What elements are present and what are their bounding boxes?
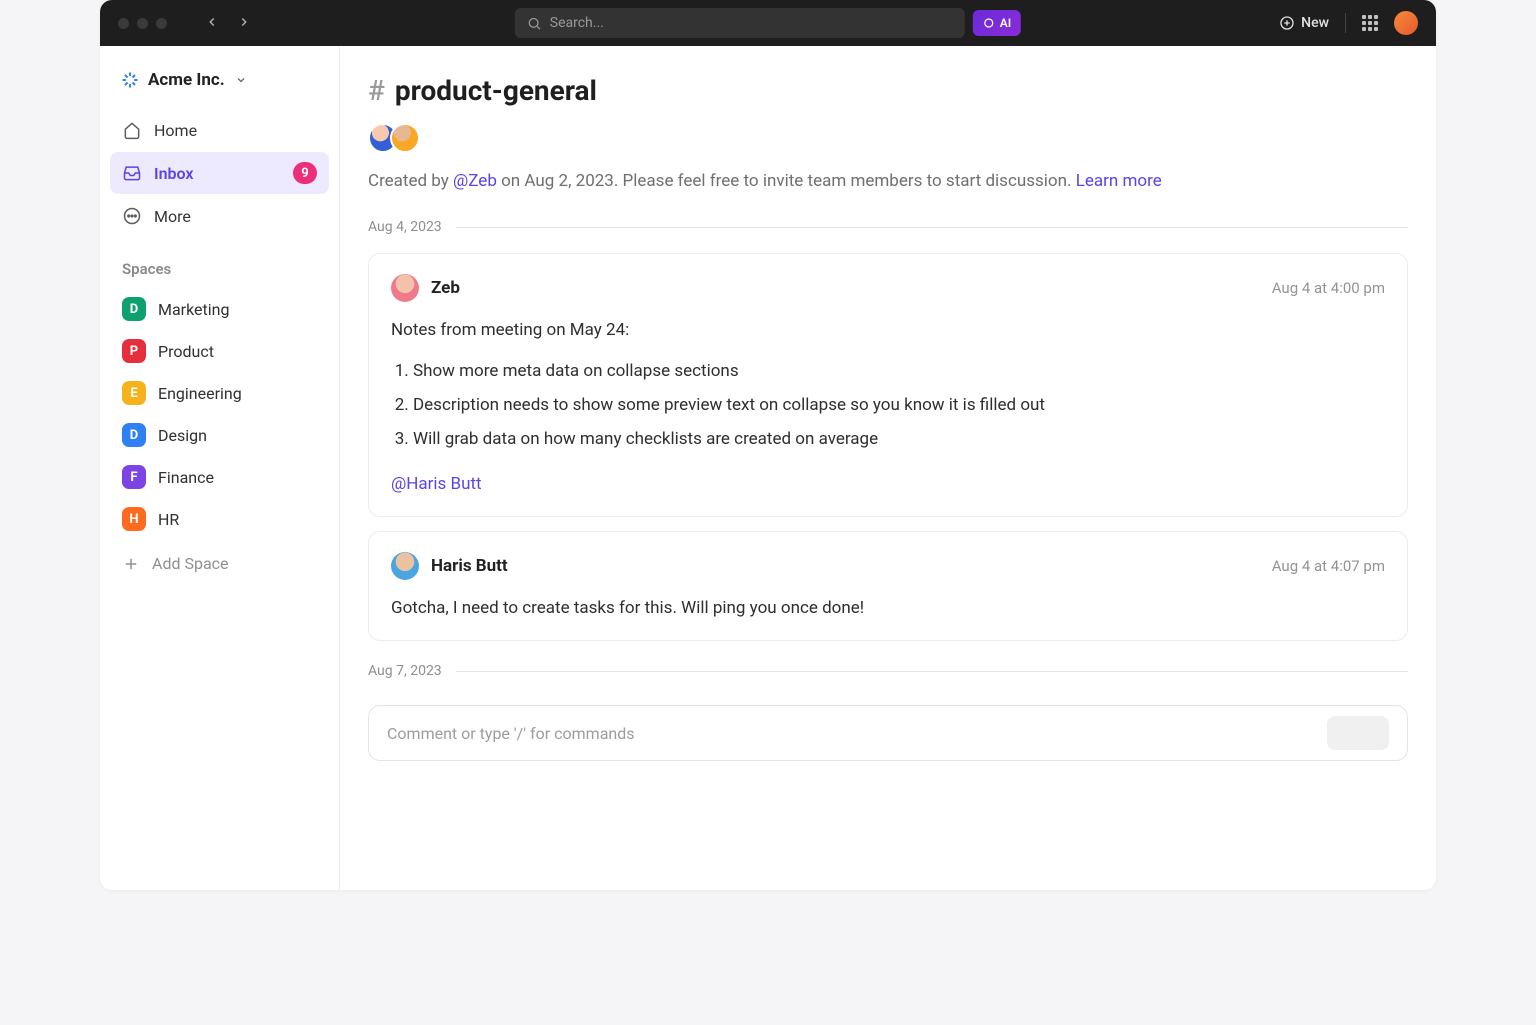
plus-circle-icon bbox=[1279, 15, 1295, 31]
space-badge: E bbox=[122, 381, 146, 405]
sidebar-item-home[interactable]: Home bbox=[110, 110, 329, 150]
avatar bbox=[391, 274, 419, 302]
channel-title: # product-general bbox=[368, 74, 1408, 107]
home-icon bbox=[122, 120, 142, 140]
composer-placeholder: Comment or type '/' for commands bbox=[387, 724, 635, 743]
traffic-min[interactable] bbox=[137, 18, 148, 29]
space-badge: H bbox=[122, 507, 146, 531]
workspace-switcher[interactable]: Acme Inc. bbox=[110, 60, 329, 108]
workspace-logo-icon bbox=[120, 70, 140, 90]
avatar bbox=[390, 123, 420, 153]
list-item: Description needs to show some preview t… bbox=[413, 388, 1385, 422]
add-space-button[interactable]: Add Space bbox=[110, 542, 329, 585]
space-badge: D bbox=[122, 423, 146, 447]
more-icon bbox=[122, 206, 142, 226]
message-time: Aug 4 at 4:00 pm bbox=[1272, 279, 1385, 297]
sparkle-icon bbox=[983, 17, 995, 29]
inbox-badge: 9 bbox=[293, 162, 317, 184]
nav-back-icon[interactable] bbox=[205, 14, 219, 33]
apps-icon[interactable] bbox=[1362, 15, 1378, 31]
space-badge: D bbox=[122, 297, 146, 321]
sidebar-space-item[interactable]: P Product bbox=[110, 330, 329, 372]
user-avatar[interactable] bbox=[1394, 11, 1418, 35]
workspace-name: Acme Inc. bbox=[148, 70, 225, 90]
sidebar-space-item[interactable]: D Design bbox=[110, 414, 329, 456]
spaces-header: Spaces bbox=[110, 238, 329, 286]
space-name: Finance bbox=[158, 468, 214, 487]
date-separator: Aug 7, 2023 bbox=[368, 663, 1408, 679]
new-button[interactable]: New bbox=[1279, 15, 1329, 31]
new-label: New bbox=[1301, 15, 1329, 31]
space-badge: P bbox=[122, 339, 146, 363]
message: Zeb Aug 4 at 4:00 pm Notes from meeting … bbox=[368, 253, 1408, 517]
nav-forward-icon[interactable] bbox=[237, 14, 251, 33]
search-icon bbox=[527, 16, 542, 31]
message-author[interactable]: Zeb bbox=[431, 278, 460, 298]
sidebar-space-item[interactable]: D Marketing bbox=[110, 288, 329, 330]
space-badge: F bbox=[122, 465, 146, 489]
space-name: HR bbox=[158, 510, 179, 529]
sidebar-item-label: Home bbox=[154, 121, 197, 140]
window-controls[interactable] bbox=[100, 18, 167, 29]
sidebar-item-inbox[interactable]: Inbox 9 bbox=[110, 152, 329, 194]
sidebar-space-item[interactable]: E Engineering bbox=[110, 372, 329, 414]
sidebar: Acme Inc. Home Inbox 9 More Spaces D Mark… bbox=[100, 46, 340, 890]
message-author[interactable]: Haris Butt bbox=[431, 556, 508, 576]
sidebar-item-more[interactable]: More bbox=[110, 196, 329, 236]
member-avatars[interactable] bbox=[368, 123, 1408, 153]
divider bbox=[1345, 13, 1346, 33]
space-name: Design bbox=[158, 426, 207, 445]
space-name: Engineering bbox=[158, 384, 242, 403]
titlebar: Search... AI New bbox=[100, 0, 1436, 46]
chevron-down-icon bbox=[235, 74, 247, 86]
message-text: Notes from meeting on May 24: bbox=[391, 316, 1385, 344]
inbox-icon bbox=[122, 163, 142, 183]
channel-name: product-general bbox=[395, 74, 597, 107]
list-item: Will grab data on how many checklists ar… bbox=[413, 422, 1385, 456]
add-space-label: Add Space bbox=[152, 554, 229, 573]
comment-composer[interactable]: Comment or type '/' for commands bbox=[368, 705, 1408, 761]
list-item: Show more meta data on collapse sections bbox=[413, 354, 1385, 388]
sidebar-space-item[interactable]: F Finance bbox=[110, 456, 329, 498]
message-text: Gotcha, I need to create tasks for this.… bbox=[391, 594, 1385, 622]
avatar bbox=[391, 552, 419, 580]
mention[interactable]: @Haris Butt bbox=[391, 470, 482, 498]
date-separator: Aug 4, 2023 bbox=[368, 219, 1408, 235]
creator-mention[interactable]: @Zeb bbox=[453, 171, 497, 191]
channel-description: Created by @Zeb on Aug 2, 2023. Please f… bbox=[368, 171, 1408, 191]
sidebar-item-label: Inbox bbox=[154, 164, 194, 183]
plus-icon bbox=[122, 555, 140, 573]
ai-button[interactable]: AI bbox=[973, 10, 1021, 36]
date-label: Aug 7, 2023 bbox=[368, 663, 442, 679]
sidebar-space-item[interactable]: H HR bbox=[110, 498, 329, 540]
traffic-close[interactable] bbox=[118, 18, 129, 29]
learn-more-link[interactable]: Learn more bbox=[1076, 171, 1162, 191]
ai-label: AI bbox=[1000, 16, 1011, 30]
search-input[interactable]: Search... bbox=[515, 8, 965, 38]
main-content: # product-general Created by @Zeb on Aug… bbox=[340, 46, 1436, 890]
traffic-max[interactable] bbox=[156, 18, 167, 29]
date-label: Aug 4, 2023 bbox=[368, 219, 442, 235]
space-name: Product bbox=[158, 342, 214, 361]
send-button[interactable] bbox=[1327, 716, 1389, 750]
message: Haris Butt Aug 4 at 4:07 pm Gotcha, I ne… bbox=[368, 531, 1408, 641]
space-name: Marketing bbox=[158, 300, 229, 319]
message-time: Aug 4 at 4:07 pm bbox=[1272, 557, 1385, 575]
sidebar-item-label: More bbox=[154, 207, 191, 226]
hash-icon: # bbox=[368, 74, 385, 107]
search-placeholder: Search... bbox=[550, 15, 604, 31]
